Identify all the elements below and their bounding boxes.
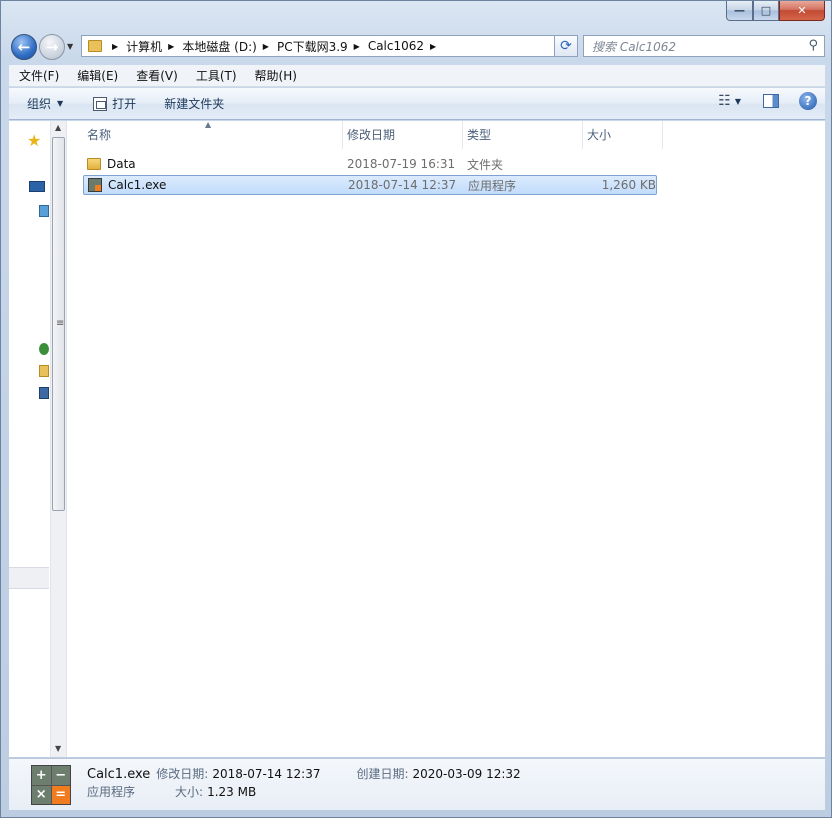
toolbar-right-group: ☷ ▼ ?	[718, 92, 817, 110]
back-button[interactable]: ←	[11, 34, 37, 60]
menu-file[interactable]: 文件(F)	[9, 65, 68, 87]
menu-edit[interactable]: 编辑(E)	[68, 65, 127, 87]
column-header-size[interactable]: 大小	[583, 121, 663, 149]
chevron-right-icon[interactable]: ▶	[430, 42, 436, 51]
forward-button[interactable]: →	[39, 34, 65, 60]
scroll-down-icon[interactable]: ▼	[55, 744, 61, 753]
search-icon[interactable]: ⚲	[808, 38, 818, 53]
explorer-window: — □ ✕ ← → ▼ ▶ 计算机 ▶ 本地磁盘 (D:) ▶ PC下载网3.9…	[0, 0, 832, 818]
preview-pane-icon[interactable]	[763, 94, 779, 108]
scrollbar-thumb[interactable]: ≡	[52, 137, 65, 511]
homegroup-icon[interactable]	[39, 343, 49, 355]
file-type: 文件夹	[467, 157, 504, 172]
folder-icon	[87, 158, 101, 170]
open-icon	[93, 96, 108, 111]
refresh-icon: ⟳	[560, 38, 572, 54]
command-bar: 组织 ▼ 打开 新建文件夹 ☷ ▼ ?	[9, 88, 825, 120]
chevron-right-icon[interactable]: ▶	[354, 42, 360, 51]
details-modified-label: 修改日期:	[156, 767, 209, 781]
file-row-data[interactable]: Data 2018-07-19 16:31 文件夹	[83, 154, 657, 174]
details-modified-value: 2018-07-14 12:37	[212, 767, 321, 781]
file-type: 应用程序	[468, 178, 517, 193]
column-header-type[interactable]: 类型	[463, 121, 583, 149]
file-list: 名称 ▲ 修改日期 类型 大小 Data 2018-07-19 16:31 文件…	[67, 120, 825, 757]
new-folder-button[interactable]: 新建文件夹	[156, 92, 232, 116]
menu-help[interactable]: 帮助(H)	[246, 65, 306, 87]
file-date: 2018-07-19 16:31	[347, 157, 456, 171]
pane-splitter[interactable]	[9, 567, 49, 589]
minus-glyph: −	[51, 766, 70, 785]
help-icon[interactable]: ?	[799, 92, 817, 110]
chevron-right-icon[interactable]: ▶	[263, 42, 269, 51]
folder-icon[interactable]	[39, 365, 49, 377]
organize-label: 组织	[27, 97, 52, 111]
details-size-label: 大小:	[175, 785, 204, 799]
menu-view[interactable]: 查看(V)	[127, 65, 187, 87]
column-header-date[interactable]: 修改日期	[343, 121, 463, 149]
address-bar[interactable]: ▶ 计算机 ▶ 本地磁盘 (D:) ▶ PC下载网3.9 ▶ Calc1062 …	[81, 35, 577, 57]
new-folder-label: 新建文件夹	[164, 97, 225, 111]
details-pane: + − × = Calc1.exe 修改日期: 2018-07-14 12:37…	[9, 758, 825, 810]
calculator-app-icon	[88, 178, 102, 192]
content-area: ★ ▲ ≡ ▼ 名称 ▲ 修改日期 类型 大小 Data 2018-07-19 …	[9, 120, 825, 757]
grip-icon: ≡	[56, 318, 65, 329]
file-name-cell: Calc1.exe	[84, 178, 344, 192]
column-name-label: 名称	[87, 128, 112, 142]
details-line-2: 应用程序 大小: 1.23 MB	[87, 783, 256, 800]
search-placeholder: 搜索 Calc1062	[592, 39, 677, 54]
file-date: 2018-07-14 12:37	[348, 178, 457, 192]
plus-glyph: +	[32, 766, 51, 785]
breadcrumb-computer[interactable]: 计算机	[126, 38, 162, 55]
file-name-cell: Data	[83, 157, 343, 171]
file-name: Data	[107, 157, 136, 171]
file-name: Calc1.exe	[108, 178, 167, 192]
navigation-bar: ← → ▼ ▶ 计算机 ▶ 本地磁盘 (D:) ▶ PC下载网3.9 ▶ Cal…	[9, 33, 825, 60]
sort-ascending-icon: ▲	[205, 120, 212, 129]
open-button[interactable]: 打开	[85, 92, 144, 116]
details-created-label: 创建日期:	[356, 767, 409, 781]
search-input[interactable]: 搜索 Calc1062 ⚲	[583, 35, 825, 57]
scroll-up-icon[interactable]: ▲	[55, 123, 61, 132]
navigation-scrollbar[interactable]: ▲ ≡ ▼	[50, 121, 67, 757]
file-size: 1,260 KB	[601, 178, 656, 192]
recent-pages-dropdown-icon[interactable]: ▼	[67, 42, 73, 51]
refresh-button[interactable]: ⟳	[554, 35, 578, 57]
breadcrumb-download-folder[interactable]: PC下载网3.9	[277, 38, 348, 55]
details-size-value: 1.23 MB	[207, 785, 257, 799]
network-icon[interactable]	[39, 387, 49, 399]
file-row-calc1-exe[interactable]: Calc1.exe 2018-07-14 12:37 应用程序 1,260 KB	[83, 175, 657, 195]
details-created-value: 2020-03-09 12:32	[412, 767, 521, 781]
computer-icon[interactable]	[29, 181, 45, 192]
view-options-icon[interactable]: ☷	[718, 93, 731, 109]
details-file-name: Calc1.exe	[87, 767, 151, 782]
chevron-right-icon[interactable]: ▶	[168, 42, 174, 51]
breadcrumb-local-disk[interactable]: 本地磁盘 (D:)	[182, 38, 256, 55]
menu-bar: 文件(F) 编辑(E) 查看(V) 工具(T) 帮助(H)	[9, 65, 825, 87]
maximize-button[interactable]: □	[753, 1, 779, 21]
close-button[interactable]: ✕	[779, 1, 825, 21]
equals-glyph: =	[51, 785, 70, 804]
calculator-app-icon: + − × =	[31, 765, 71, 805]
column-header-name[interactable]: 名称 ▲	[83, 120, 343, 149]
column-headers: 名称 ▲ 修改日期 类型 大小	[83, 120, 677, 149]
minimize-button[interactable]: —	[726, 1, 753, 21]
breadcrumb-calc1062[interactable]: Calc1062	[368, 39, 424, 53]
view-dropdown-icon[interactable]: ▼	[735, 97, 741, 106]
favorites-star-icon[interactable]: ★	[27, 131, 41, 150]
navigation-pane: ★	[9, 121, 50, 757]
times-glyph: ×	[32, 785, 51, 804]
organize-button[interactable]: 组织 ▼	[19, 92, 71, 116]
details-line-1: Calc1.exe 修改日期: 2018-07-14 12:37 创建日期: 2…	[87, 765, 521, 782]
chevron-right-icon[interactable]: ▶	[112, 42, 118, 51]
open-label: 打开	[112, 97, 137, 111]
chevron-down-icon: ▼	[57, 99, 64, 108]
caption-buttons: — □ ✕	[726, 1, 825, 21]
details-type-value: 应用程序	[87, 785, 136, 799]
folder-icon	[88, 40, 102, 52]
menu-tools[interactable]: 工具(T)	[187, 65, 246, 87]
libraries-icon[interactable]	[39, 205, 49, 217]
